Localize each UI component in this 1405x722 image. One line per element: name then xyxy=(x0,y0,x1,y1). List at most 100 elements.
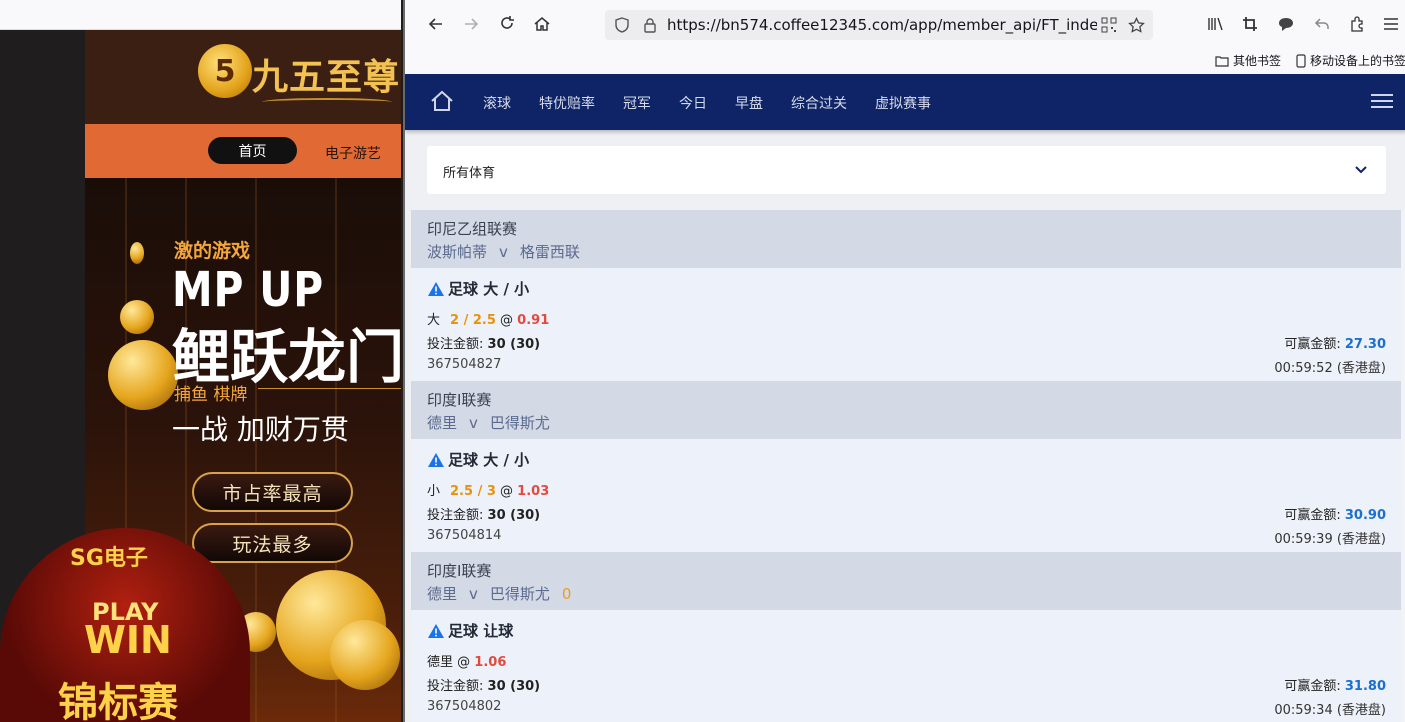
nav-item-early[interactable]: 早盘 xyxy=(735,93,763,113)
reload-icon[interactable] xyxy=(496,13,518,35)
banner-badge-most-games[interactable]: 玩法最多 xyxy=(192,523,353,563)
bet-potential-win: 可赢金额: 27.30 xyxy=(1284,333,1386,352)
versus-label: v xyxy=(469,414,478,432)
bookmark-folder-mobile[interactable]: 移动设备上的书签 xyxy=(1296,52,1405,69)
warning-icon xyxy=(428,623,444,638)
nav-home-icon[interactable] xyxy=(430,89,454,113)
forward-icon[interactable] xyxy=(460,13,482,35)
nav-item-best-odds[interactable]: 特优赔率 xyxy=(539,93,595,113)
home-team: 波斯帕蒂 xyxy=(427,243,488,261)
home-team: 德里 xyxy=(427,585,458,603)
chat-icon[interactable] xyxy=(1275,13,1297,35)
sport-filter-dropdown[interactable]: 所有体育 xyxy=(427,146,1386,194)
stake-label: 投注金额: xyxy=(427,679,484,694)
at-sign: @ xyxy=(500,484,514,499)
league-header: 印度I联赛 德里 v 巴得斯尤 0 xyxy=(411,552,1401,610)
away-team: 格雷西联 xyxy=(519,243,580,261)
casino-nav-egame[interactable]: 电子游艺 xyxy=(325,143,381,163)
bet-stake: 投注金额: 30 (30) xyxy=(427,504,540,523)
match-teams: 波斯帕蒂 v 格雷西联 xyxy=(427,241,1401,262)
app-menu-icon[interactable] xyxy=(1380,13,1402,35)
crop-screenshot-icon[interactable] xyxy=(1239,13,1261,35)
nav-item-live[interactable]: 滚球 xyxy=(483,93,511,113)
home-icon[interactable] xyxy=(531,13,553,35)
banner-badge-market-share[interactable]: 市占率最高 xyxy=(192,472,353,512)
bet-time: 00:59:52 (香港盘) xyxy=(1274,361,1386,376)
sg-promo-title: SG电子 xyxy=(70,546,148,571)
gold-coin-icon xyxy=(330,620,400,690)
bet-odds: 0.91 xyxy=(517,313,550,328)
bet-type-label: 足球 让球 xyxy=(448,622,514,640)
banner-divider xyxy=(258,388,401,389)
lock-icon[interactable] xyxy=(639,14,661,36)
bet-pick: 德里 xyxy=(427,655,454,670)
bet-selection: 小 2.5 / 3 @ 1.03 xyxy=(427,480,549,499)
bet-line: 2 / 2.5 xyxy=(450,313,496,328)
bet-type: 足球 大 / 小 xyxy=(427,278,529,299)
warning-icon xyxy=(428,452,444,467)
match-teams: 德里 v 巴得斯尤 xyxy=(427,412,1401,433)
bet-type-label: 足球 大 / 小 xyxy=(448,451,530,469)
bet-card: 足球 大 / 小小 2.5 / 3 @ 1.03 投注金额: 30 (30) 可赢金额… xyxy=(411,439,1401,552)
bet-pick: 小 xyxy=(427,484,441,499)
bet-stake: 投注金额: 30 (30) xyxy=(427,333,540,352)
bet-id: 367504814 xyxy=(427,528,502,543)
bet-odds: 1.03 xyxy=(517,484,550,499)
stake-value: 30 (30) xyxy=(487,679,541,694)
hamburger-menu-icon[interactable] xyxy=(1371,90,1393,112)
match-teams: 德里 v 巴得斯尤 0 xyxy=(427,583,1401,604)
nav-item-parlay[interactable]: 综合过关 xyxy=(791,93,847,113)
url-text[interactable]: https://bn574.coffee12345.com/app/member… xyxy=(667,16,1097,34)
sports-nav-bar: 滚球 特优赔率 冠军 今日 早盘 综合过关 虚拟赛事 xyxy=(405,74,1405,130)
qr-code-icon[interactable] xyxy=(1098,14,1120,36)
league-name: 印度I联赛 xyxy=(427,562,492,580)
back-icon[interactable] xyxy=(425,13,447,35)
stake-value: 30 (30) xyxy=(487,508,541,523)
library-icon[interactable] xyxy=(1205,13,1227,35)
extensions-icon[interactable] xyxy=(1346,13,1368,35)
bookmarks-toolbar: 其他书签 移动设备上的书签 xyxy=(405,48,1405,74)
bet-potential-win: 可赢金额: 30.90 xyxy=(1284,504,1386,523)
shield-icon[interactable] xyxy=(611,14,633,36)
bookmark-star-icon[interactable] xyxy=(1125,14,1147,36)
win-value: 31.80 xyxy=(1344,679,1386,694)
background-browser-window: 5 九五至尊 首页 电子游艺 激的游戏 MP UP 鲤跃龙门 捕鱼 棋牌 一战 … xyxy=(0,0,401,722)
banner-tag: 激的游戏 xyxy=(174,240,251,262)
win-label: 可赢金额: xyxy=(1284,508,1341,523)
versus-label: v xyxy=(469,585,478,603)
nav-item-champion[interactable]: 冠军 xyxy=(623,93,651,113)
bet-list: 印尼乙组联赛 波斯帕蒂 v 格雷西联 足球 大 / 小大2 / 2.5 @ 0.91 投注… xyxy=(411,210,1401,722)
casino-logo-text: 九五至尊 xyxy=(252,57,401,98)
background-window-tabstrip xyxy=(0,0,401,30)
casino-nav-home[interactable]: 首页 xyxy=(208,137,297,164)
bet-time: 00:59:34 (香港盘) xyxy=(1274,703,1386,718)
away-team: 巴得斯尤 xyxy=(489,414,550,432)
browser-toolbar: https://bn574.coffee12345.com/app/member… xyxy=(405,0,1405,48)
at-sign: @ xyxy=(500,313,514,328)
undo-icon[interactable] xyxy=(1311,13,1333,35)
bet-type: 足球 让球 xyxy=(427,620,513,641)
sg-promo-footer: 锦标赛 xyxy=(58,680,178,722)
scrollbar[interactable] xyxy=(1401,210,1405,722)
bet-line: 2.5 / 3 xyxy=(450,484,496,499)
stake-label: 投注金额: xyxy=(427,337,484,352)
home-team: 德里 xyxy=(427,414,458,432)
gold-coin-icon xyxy=(130,242,144,264)
sg-promo-win: WIN xyxy=(84,618,172,662)
league-header: 印尼乙组联赛 波斯帕蒂 v 格雷西联 xyxy=(411,210,1401,268)
league-name: 印度I联赛 xyxy=(427,391,492,409)
bookmark-folder-other[interactable]: 其他书签 xyxy=(1215,52,1281,69)
bet-potential-win: 可赢金额: 31.80 xyxy=(1284,675,1386,694)
banner-subtitle: 捕鱼 棋牌 xyxy=(174,385,248,405)
bet-type-label: 足球 大 / 小 xyxy=(448,280,530,298)
nav-item-today[interactable]: 今日 xyxy=(679,93,707,113)
address-bar[interactable]: https://bn574.coffee12345.com/app/member… xyxy=(605,10,1153,40)
win-value: 27.30 xyxy=(1344,337,1386,352)
league-header: 印度I联赛德里 v 巴得斯尤 xyxy=(411,381,1401,439)
nav-item-virtual[interactable]: 虚拟赛事 xyxy=(875,93,931,113)
bet-id: 367504802 xyxy=(427,699,502,714)
stake-value: 30 (30) xyxy=(487,337,541,352)
bet-selection: 大 2 / 2.5 @ 0.91 xyxy=(427,309,549,328)
at-sign: @ xyxy=(457,655,471,670)
warning-icon xyxy=(428,281,444,296)
